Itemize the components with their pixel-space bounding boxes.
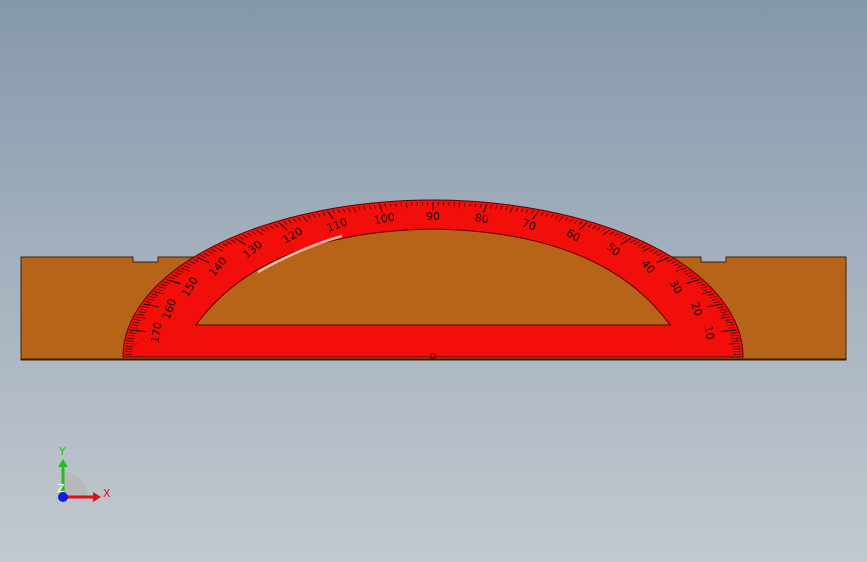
axis-triad[interactable]: X Y Z: [57, 445, 111, 502]
x-axis-arrowhead: [93, 492, 101, 502]
y-axis-arrowhead: [58, 459, 68, 467]
model-view[interactable]: 1020304050607080901001101201301401501601…: [0, 0, 867, 562]
protractor-scale-label: 10: [702, 325, 717, 341]
z-axis-label: Z: [57, 482, 65, 495]
protractor-scale-label: 90: [426, 210, 440, 223]
triad-plane-arc: [63, 472, 88, 497]
y-axis-label: Y: [58, 445, 66, 458]
x-axis-label: X: [103, 487, 111, 500]
protractor[interactable]: 1020304050607080901001101201301401501601…: [122, 199, 744, 359]
cad-viewport[interactable]: 10 20 30 40 50 60 70 80 90 100 110 120 130 140 150 160 1…: [0, 0, 867, 562]
protractor-scale-label: 80: [474, 211, 490, 226]
